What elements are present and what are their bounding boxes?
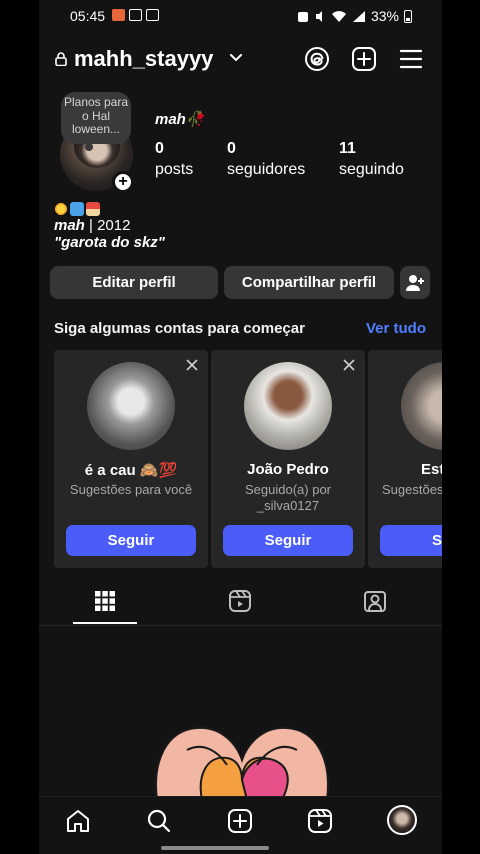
active-tab-indicator (73, 622, 137, 624)
suggestion-avatar[interactable] (401, 362, 442, 450)
suggestion-avatar[interactable] (244, 362, 332, 450)
status-time: 05:45 (70, 8, 106, 24)
note-text: Planos para o Hal loween... (63, 95, 129, 136)
add-story-icon[interactable]: + (112, 171, 134, 193)
bio-line-2: "garota do skz" (54, 234, 165, 251)
search-icon[interactable] (146, 808, 172, 834)
suggestion-card[interactable]: João Pedro Seguido(a) por _silva0127 Seg… (211, 350, 365, 568)
profile-content-tabs (39, 580, 442, 626)
profile-display-name: mah🥀 (155, 110, 205, 128)
bio-line-1-rest: | 2012 (84, 217, 131, 234)
chevron-down-icon[interactable] (229, 50, 243, 64)
display-name-emoji: 🥀 (185, 111, 205, 128)
add-person-icon (406, 274, 424, 291)
suggestion-card[interactable]: é a cau 🙈💯 Sugestões para você Seguir (54, 350, 208, 568)
edit-profile-button[interactable]: Editar perfil (50, 266, 218, 299)
suggestion-subtitle: Sugestões (382, 482, 442, 497)
home-icon[interactable] (65, 808, 91, 834)
discover-people-button[interactable] (400, 266, 430, 299)
profile-bio: mah | 2012 "garota do skz" (54, 200, 165, 251)
suggestion-subtitle: Sugestões para você (69, 482, 193, 497)
capcut-icon (146, 9, 159, 21)
stat-label: seguindo (339, 161, 404, 178)
reels-icon[interactable] (227, 588, 253, 614)
gallery-icon (129, 9, 142, 21)
follow-button[interactable]: Seg (380, 525, 442, 556)
reels-nav-icon[interactable] (307, 808, 333, 834)
profile-note-bubble[interactable]: Planos para o Hal loween... (61, 92, 131, 151)
status-notification-icons (112, 9, 159, 21)
bio-line-1: mah | 2012 (54, 217, 165, 234)
suggestion-card[interactable]: Est Sugestões Seg (368, 350, 442, 568)
sun-emoji-icon (54, 201, 68, 216)
suggestion-avatar[interactable] (87, 362, 175, 450)
status-bar: 05:45 33% (39, 0, 442, 32)
create-icon[interactable] (351, 46, 377, 72)
phone-screen: 05:45 33% mahh_stayyy Planos para o Hal … (39, 0, 442, 854)
stat-label: posts (155, 161, 194, 178)
share-profile-button[interactable]: Compartilhar perfil (224, 266, 394, 299)
home-gesture-bar[interactable] (161, 846, 269, 850)
suggestion-name[interactable]: Est (421, 461, 442, 478)
threads-icon[interactable] (304, 46, 330, 72)
stat-posts[interactable]: 0 posts (155, 139, 193, 179)
mute-icon (315, 10, 322, 22)
video-call-icon (112, 9, 125, 21)
suggestion-name[interactable]: João Pedro (211, 461, 365, 478)
stat-value: 11 (339, 140, 356, 157)
wifi-icon (331, 10, 346, 22)
suggestion-subtitle: Seguido(a) por _silva0127 (245, 482, 331, 513)
close-icon[interactable] (342, 358, 356, 372)
see-all-link[interactable]: Ver tudo (366, 320, 426, 337)
status-right: 33% (297, 8, 412, 24)
stat-value: 0 (227, 140, 236, 157)
beach-umbrella-emoji-icon (86, 201, 100, 216)
battery-percent: 33% (370, 8, 399, 24)
close-icon[interactable] (185, 358, 199, 372)
display-name-text: mah (155, 111, 186, 128)
follow-button[interactable]: Seguir (66, 525, 196, 556)
bio-line-1-bold: mah (54, 217, 85, 234)
new-post-icon[interactable] (227, 808, 253, 834)
stat-following[interactable]: 11 seguindo (339, 139, 404, 179)
menu-icon[interactable] (398, 46, 424, 72)
suggestion-name[interactable]: é a cau 🙈💯 (54, 461, 208, 479)
grid-icon[interactable] (92, 588, 118, 614)
wave-emoji-icon (70, 201, 84, 216)
profile-nav-avatar[interactable] (387, 805, 417, 835)
battery-icon (404, 9, 412, 23)
stat-followers[interactable]: 0 seguidores (227, 139, 305, 179)
stat-label: seguidores (227, 161, 306, 178)
signal-icon (352, 10, 365, 22)
lock-icon (55, 52, 67, 66)
alarm-icon (297, 11, 308, 22)
stat-value: 0 (155, 140, 164, 157)
tagged-icon[interactable] (362, 588, 388, 614)
profile-header: mahh_stayyy (39, 40, 442, 80)
account-username[interactable]: mahh_stayyy (74, 46, 213, 72)
follow-button[interactable]: Seguir (223, 525, 353, 556)
heart-hands-illustration (155, 726, 329, 800)
suggestions-title: Siga algumas contas para começar (54, 320, 305, 337)
bio-emoji-row (54, 200, 165, 217)
